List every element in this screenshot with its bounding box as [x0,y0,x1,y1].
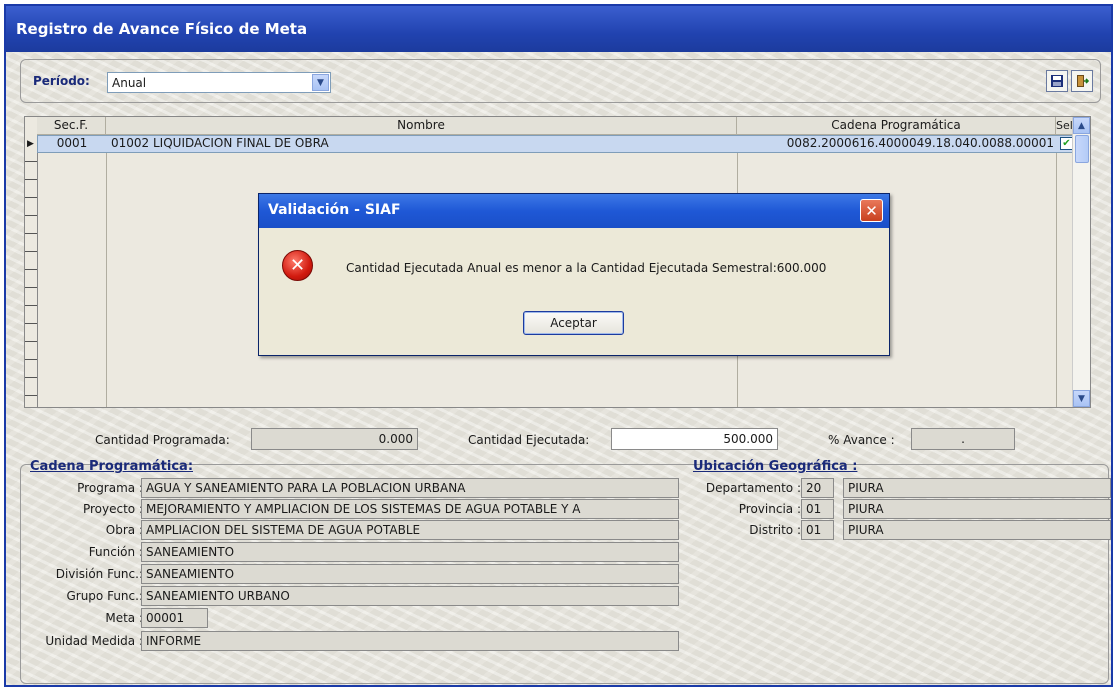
periodo-label: Período: [33,74,90,88]
aceptar-button[interactable]: Aceptar [523,311,624,335]
cantidad-programada-field: 0.000 [251,428,418,450]
cell-cadena: 0082.2000616.4000049.18.040.0088.00001 [786,136,1054,150]
programa-field: AGUA Y SANEAMIENTO PARA LA POBLACION URB… [141,478,679,498]
proyecto-field: MEJORAMIENTO Y AMPLIACION DE LOS SISTEMA… [141,499,679,519]
distrito-code-field: 01 [801,520,834,540]
departamento-name-field: PIURA [843,478,1111,498]
col-header-sec[interactable]: Sec.F. [37,117,106,135]
distrito-name-field: PIURA [843,520,1111,540]
dialog-titlebar: Validación - SIAF ✕ [259,194,889,228]
funcion-label: Función : [88,545,143,559]
exit-icon [1077,75,1089,87]
division-label: División Func.: [55,567,143,581]
obra-field: AMPLIACION DEL SISTEMA DE AGUA POTABLE [141,520,679,540]
close-icon[interactable]: ✕ [860,199,883,222]
unidad-medida-label: Unidad Medida : [45,634,143,648]
col-header-cadena[interactable]: Cadena Programática [737,117,1056,135]
grid-vertical-scrollbar[interactable]: ▲ ▼ [1072,117,1090,407]
row-indicator-column: ▶ [25,117,38,407]
cantidad-ejecutada-input[interactable]: 500.000 [611,428,778,450]
dialog-message: Cantidad Ejecutada Anual es menor a la C… [346,261,827,275]
funcion-field: SANEAMIENTO [141,542,679,562]
obra-label: Obra : [105,523,143,537]
distrito-label: Distrito : [749,523,801,537]
scroll-down-icon[interactable]: ▼ [1073,390,1090,407]
provincia-code-field: 01 [801,499,834,519]
cell-nombre: 01002 LIQUIDACION FINAL DE OBRA [111,136,329,150]
scroll-thumb[interactable] [1075,135,1089,163]
grupo-field: SANEAMIENTO URBANO [141,586,679,606]
provincia-name-field: PIURA [843,499,1111,519]
cantidad-programada-label: Cantidad Programada: [95,433,230,447]
cadena-programatica-title: Cadena Programática: [30,459,194,474]
current-row-arrow-icon: ▶ [27,139,34,149]
proyecto-label: Proyecto : [82,502,143,516]
error-icon: ✕ [282,250,313,281]
info-panel: Cadena Programática: Programa : AGUA Y S… [20,459,1111,684]
exit-button[interactable] [1071,70,1093,92]
division-field: SANEAMIENTO [141,564,679,584]
grupo-label: Grupo Func.: [66,589,143,603]
cantidad-ejecutada-label: Cantidad Ejecutada: [468,433,590,447]
provincia-label: Provincia : [738,502,801,516]
programa-label: Programa : [77,481,143,495]
cell-sec: 0001 [56,136,88,150]
period-panel: Período: Anual ▼ [20,59,1101,103]
scroll-up-icon[interactable]: ▲ [1073,117,1090,134]
departamento-code-field: 20 [801,478,834,498]
ubicacion-title: Ubicación Geográfica : [693,459,858,474]
meta-label: Meta : [105,611,143,625]
chevron-down-icon[interactable]: ▼ [312,74,329,91]
window-title: Registro de Avance Físico de Meta [16,20,308,38]
unidad-medida-field: INFORME [141,631,679,651]
avance-label: % Avance : [828,433,895,447]
col-header-nombre[interactable]: Nombre [106,117,737,135]
window-titlebar: Registro de Avance Físico de Meta [6,6,1111,52]
save-icon [1051,75,1063,87]
avance-field: . [911,428,1015,450]
save-button[interactable] [1046,70,1068,92]
validation-dialog: Validación - SIAF ✕ ✕ Cantidad Ejecutada… [258,193,890,356]
departamento-label: Departamento : [705,481,801,495]
periodo-value: Anual [112,76,147,90]
dialog-title: Validación - SIAF [268,202,401,218]
meta-field: 00001 [141,608,208,628]
periodo-select[interactable]: Anual ▼ [107,72,331,93]
